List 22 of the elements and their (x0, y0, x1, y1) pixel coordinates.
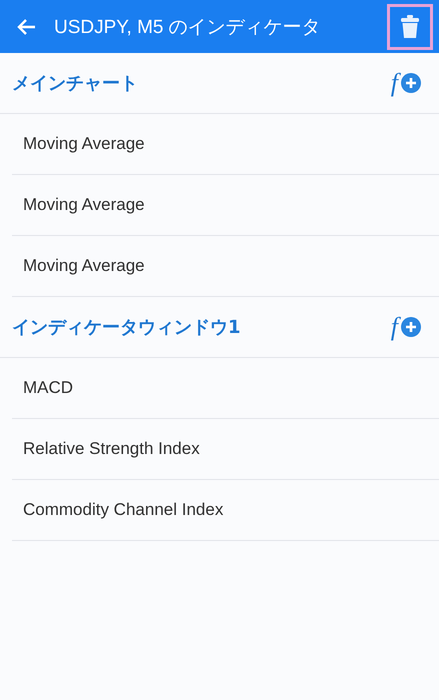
plus-circle-icon (401, 73, 421, 93)
add-indicator-button[interactable]: f (388, 67, 421, 99)
indicator-row[interactable]: Relative Strength Index (12, 419, 439, 480)
plus-circle-icon (401, 317, 421, 337)
indicator-row[interactable]: Moving Average (12, 236, 439, 297)
trash-icon (401, 14, 419, 38)
add-indicator-button[interactable]: f (388, 311, 421, 343)
indicator-row[interactable]: Moving Average (12, 114, 439, 175)
indicator-name: MACD (22, 378, 74, 398)
indicator-name: Relative Strength Index (22, 439, 200, 459)
indicator-name: Moving Average (22, 134, 145, 154)
section-title: インディケータウィンドウ1 (12, 316, 241, 339)
back-arrow-icon (16, 18, 36, 36)
indicator-row[interactable]: Moving Average (12, 175, 439, 236)
indicator-name: Moving Average (22, 195, 145, 215)
indicator-row[interactable]: MACD (12, 358, 439, 419)
window-title: USDJPY, M5 のインディケータ (54, 16, 322, 40)
delete-button[interactable] (387, 4, 433, 50)
indicator-row[interactable]: Commodity Channel Index (12, 480, 439, 541)
indicator-name: Moving Average (22, 256, 145, 276)
indicator-name: Commodity Channel Index (22, 500, 224, 520)
section-title: メインチャート (12, 72, 138, 95)
